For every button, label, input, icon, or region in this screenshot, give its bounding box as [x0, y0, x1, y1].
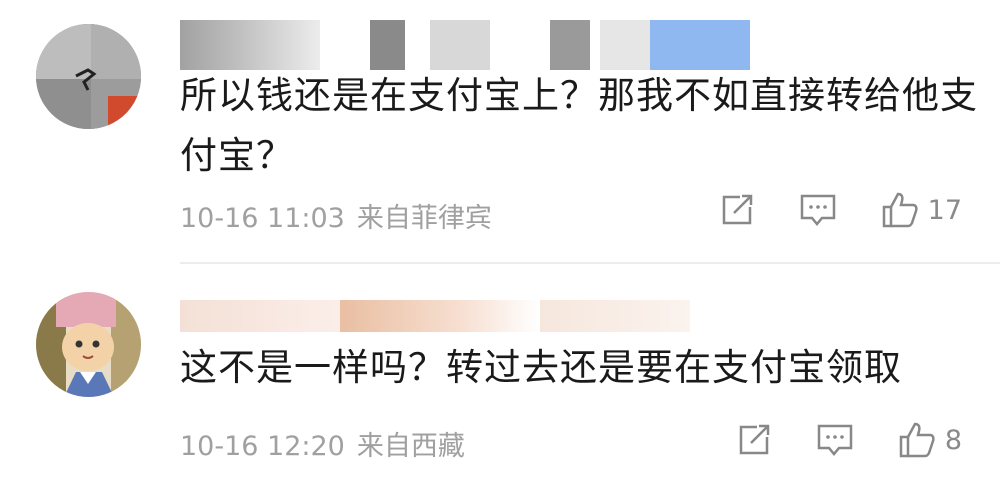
share-button[interactable]	[735, 421, 773, 459]
comment-meta: 10-16 12:20 来自西藏	[180, 424, 465, 463]
avatar[interactable]	[36, 292, 141, 397]
like-button[interactable]: 17	[880, 190, 962, 230]
like-count: 8	[944, 424, 962, 456]
thumbs-up-icon	[899, 422, 935, 458]
like-count: 17	[927, 194, 962, 226]
timestamp: 10-16 12:20	[180, 431, 345, 462]
avatar[interactable]	[36, 24, 141, 129]
share-icon	[739, 424, 770, 455]
location: 来自西藏	[356, 431, 465, 462]
comment-icon	[800, 194, 835, 226]
comment-item: 所以钱还是在支付宝上？那我不如直接转给他支付宝？ 10-16 11:03 来自菲律…	[0, 0, 1000, 262]
comment-icon	[817, 424, 853, 456]
like-button[interactable]: 8	[897, 420, 962, 460]
comment-meta: 10-16 11:03 来自菲律宾	[180, 196, 492, 235]
comment-item: 这不是一样吗？转过去还是要在支付宝领取 10-16 12:20 来自西藏 8	[0, 264, 1000, 495]
location: 来自菲律宾	[356, 203, 492, 234]
comment-actions: 17	[676, 190, 962, 230]
comment-text: 这不是一样吗？转过去还是要在支付宝领取	[180, 346, 902, 389]
thumbs-up-icon	[882, 192, 918, 228]
share-button[interactable]	[718, 191, 756, 229]
comment-actions: 8	[693, 420, 962, 460]
reply-button[interactable]	[815, 421, 855, 459]
share-icon	[722, 194, 752, 225]
comment-text: 所以钱还是在支付宝上？那我不如直接转给他支付宝？	[180, 74, 978, 177]
timestamp: 10-16 11:03	[180, 203, 345, 234]
reply-button[interactable]	[798, 191, 838, 229]
